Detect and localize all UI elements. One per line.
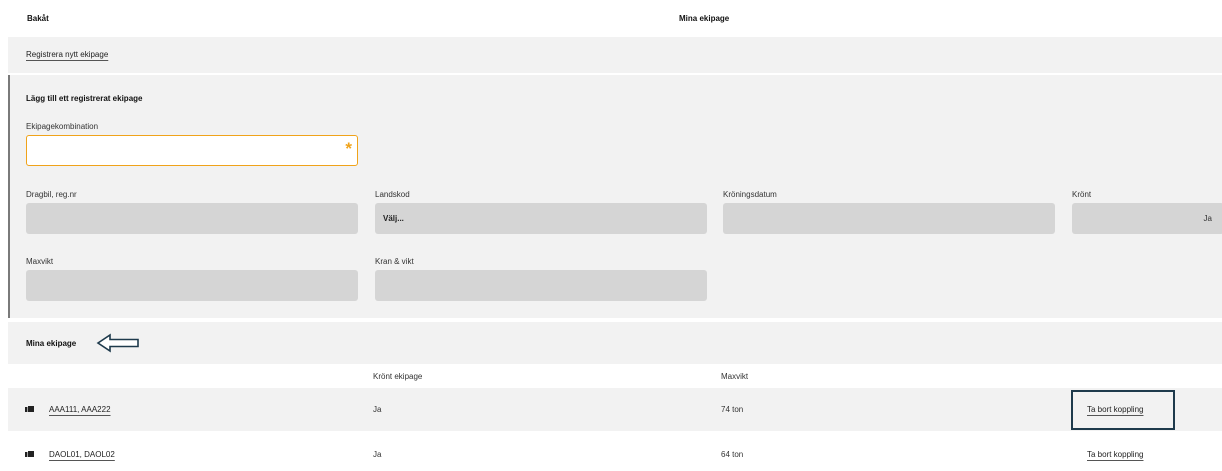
add-registered-form: Lägg till ett registrerat ekipage Ekipag… xyxy=(8,75,1222,318)
combination-label: Ekipagekombination xyxy=(26,122,99,131)
country-label: Landskod xyxy=(375,190,410,199)
crowned-selected-value: Ja xyxy=(1203,214,1212,223)
crowning-date-label: Kröningsdatum xyxy=(723,190,777,199)
register-bar: Registrera nytt ekipage xyxy=(8,37,1222,73)
back-link[interactable]: Bakåt xyxy=(27,14,49,23)
truck-icon xyxy=(25,406,34,412)
required-star-icon: * xyxy=(345,139,352,158)
table-row: AAA111, AAA222 Ja 74 ton Ta bort kopplin… xyxy=(8,388,1222,431)
crowned-cell: Ja xyxy=(373,450,382,459)
crowned-cell: Ja xyxy=(373,405,382,414)
column-header-maxweight: Maxvikt xyxy=(721,372,749,381)
remove-link-button[interactable]: Ta bort koppling xyxy=(1087,405,1143,414)
maxweight-input[interactable] xyxy=(26,270,358,301)
register-new-link[interactable]: Registrera nytt ekipage xyxy=(26,50,108,59)
tractor-input[interactable] xyxy=(26,203,358,234)
crane-input[interactable] xyxy=(375,270,707,301)
truck-icon xyxy=(25,451,34,457)
country-selected-value: Välj... xyxy=(383,214,404,223)
form-heading: Lägg till ett registrerat ekipage xyxy=(26,94,143,103)
table-row: DAOL01, DAOL02 Ja 64 ton Ta bort kopplin… xyxy=(8,433,1222,471)
crowning-date-input[interactable] xyxy=(723,203,1055,234)
arrow-left-icon xyxy=(96,333,139,353)
tractor-label: Dragbil, reg.nr xyxy=(26,190,77,199)
list-title: Mina ekipage xyxy=(26,339,77,348)
crowned-select[interactable]: Ja xyxy=(1072,203,1222,234)
top-bar: Bakåt Mina ekipage xyxy=(0,0,1222,36)
maxweight-cell: 74 ton xyxy=(721,405,744,414)
list-header: Mina ekipage xyxy=(8,322,1222,364)
combination-link[interactable]: AAA111, AAA222 xyxy=(49,405,111,414)
maxweight-cell: 64 ton xyxy=(721,450,744,459)
crane-label: Kran & vikt xyxy=(375,257,414,266)
maxweight-label: Maxvikt xyxy=(26,257,54,266)
column-header-crowned: Krönt ekipage xyxy=(373,372,423,381)
remove-link-button[interactable]: Ta bort koppling xyxy=(1087,450,1143,459)
crowned-label: Krönt xyxy=(1072,190,1092,199)
combination-link[interactable]: DAOL01, DAOL02 xyxy=(49,450,115,459)
country-select[interactable]: Välj... xyxy=(375,203,707,234)
combination-input[interactable]: * xyxy=(26,135,358,166)
page-title: Mina ekipage xyxy=(679,14,730,23)
